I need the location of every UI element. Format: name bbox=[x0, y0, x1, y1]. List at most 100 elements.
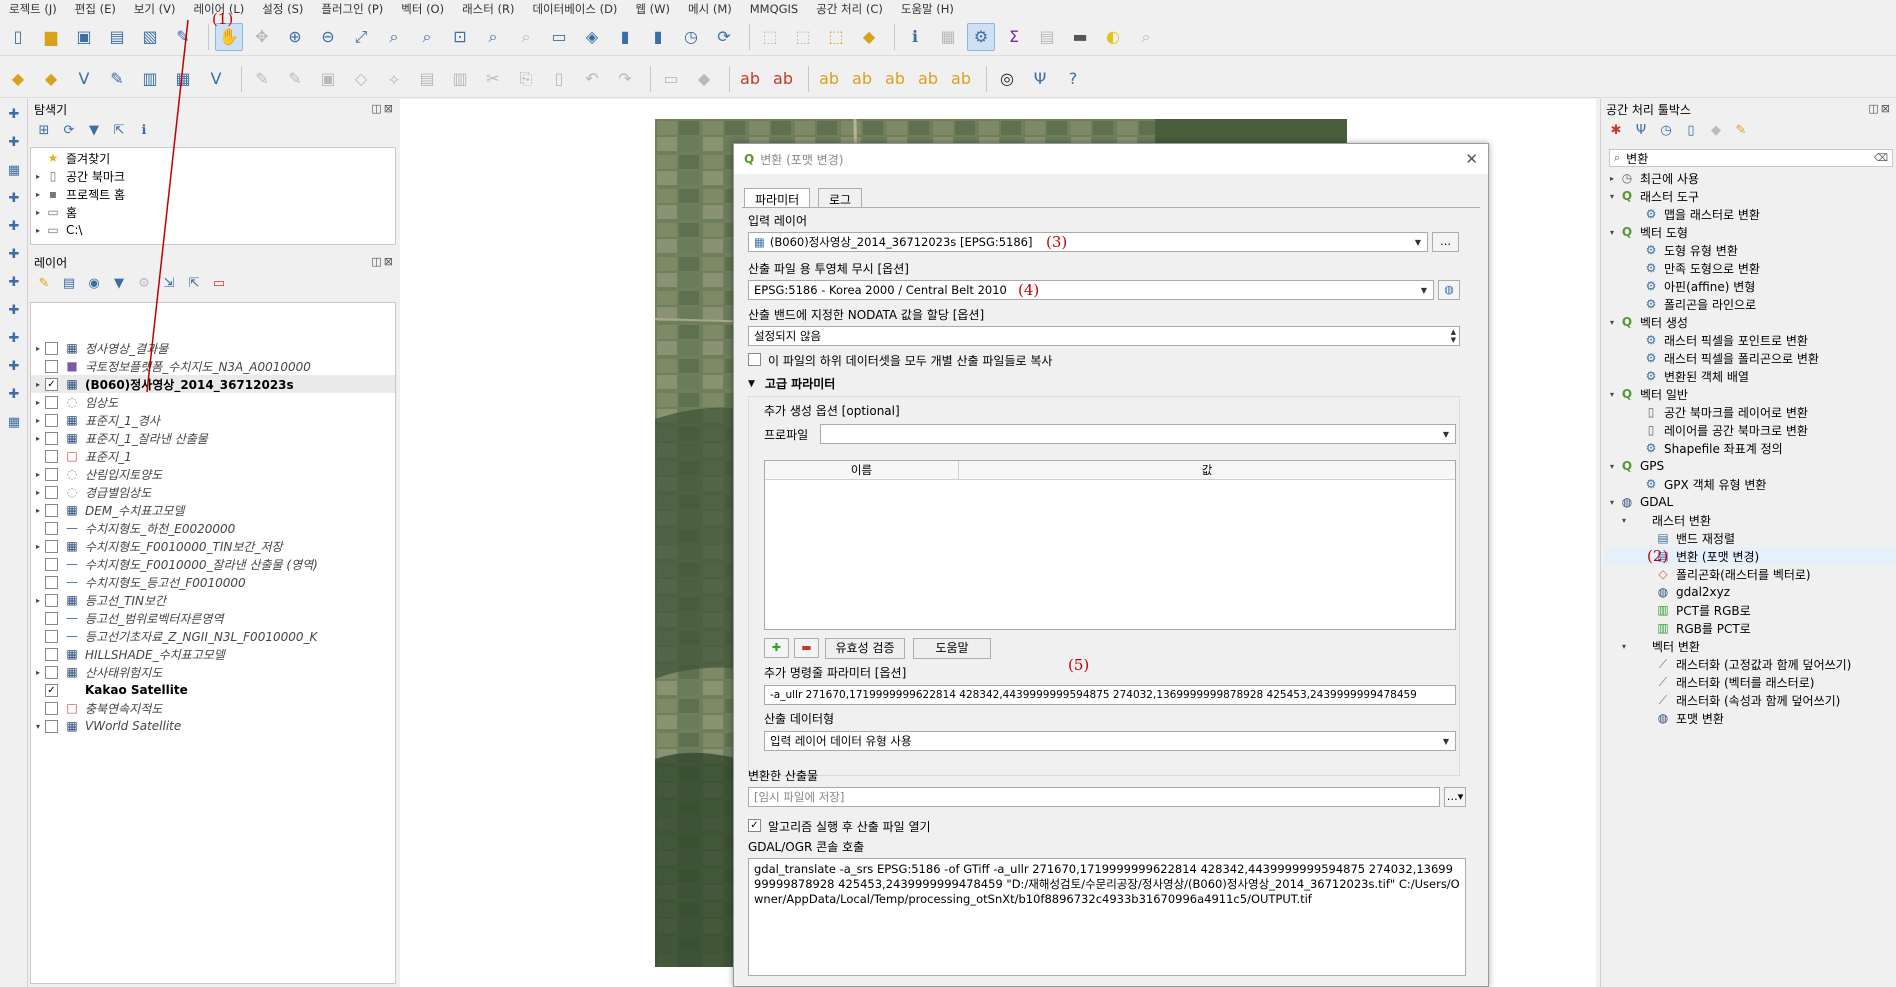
layer-item[interactable]: ▸ ◌ 경급별임상도 bbox=[31, 483, 395, 501]
expand-arrow-icon[interactable]: ▸ bbox=[31, 344, 45, 353]
toolbox-item[interactable]: ▥ RGB를 PCT로 bbox=[1605, 619, 1895, 637]
toggle-edit-icon[interactable]: ✎ bbox=[248, 65, 276, 93]
cut-icon[interactable]: ✂ bbox=[479, 65, 507, 93]
column-header-value[interactable]: 값 bbox=[959, 461, 1455, 479]
toolbox-item[interactable]: ▾ Q 벡터 일반 bbox=[1605, 385, 1895, 403]
print-layout-icon[interactable]: ▧ bbox=[136, 23, 164, 51]
models-icon[interactable]: ✱ bbox=[1607, 122, 1625, 140]
layer-item[interactable]: ✓ Kakao Satellite bbox=[31, 681, 395, 699]
collapse-all-icon[interactable]: ⇱ bbox=[185, 275, 203, 293]
layer-visibility-checkbox[interactable] bbox=[45, 341, 58, 355]
menu-item[interactable]: 데이터베이스 (D) bbox=[523, 1, 626, 17]
processing-toolbox-icon[interactable]: ⚙ bbox=[967, 22, 995, 51]
browser-item[interactable]: ★ 즐겨찾기 bbox=[31, 149, 395, 167]
output-options-button[interactable]: …▾ bbox=[1444, 787, 1466, 807]
add-mssql-icon[interactable]: ✚ bbox=[4, 247, 24, 267]
layer-visibility-checkbox[interactable] bbox=[45, 503, 58, 517]
layer-visibility-checkbox[interactable]: ✓ bbox=[45, 683, 58, 697]
add-csv-icon[interactable]: ✚ bbox=[4, 359, 24, 379]
toolbox-item[interactable]: ▤ 밴드 재정렬 bbox=[1605, 529, 1895, 547]
expand-arrow-icon[interactable]: ▸ bbox=[31, 172, 45, 181]
collapse-all-icon[interactable]: ⇱ bbox=[110, 122, 128, 140]
menu-item[interactable]: 메시 (M) bbox=[679, 1, 741, 17]
toolbox-item[interactable]: ◍ gdal2xyz bbox=[1605, 583, 1895, 601]
dock-controls-icon[interactable]: ◫⊠ bbox=[1868, 102, 1892, 115]
expand-arrow-icon[interactable]: ▸ bbox=[31, 398, 45, 407]
add-wfs-icon[interactable]: ✚ bbox=[4, 303, 24, 323]
filter-icon[interactable]: ▼ bbox=[85, 122, 103, 140]
expand-arrow-icon[interactable]: ▸ bbox=[31, 488, 45, 497]
expand-arrow-icon[interactable]: ▸ bbox=[31, 596, 45, 605]
dock-controls-icon[interactable]: ◫⊠ bbox=[371, 102, 395, 115]
show-label-icon[interactable]: ab bbox=[848, 65, 876, 93]
undo-icon[interactable]: ↶ bbox=[578, 65, 606, 93]
attribute-table-icon[interactable]: ▦ bbox=[934, 23, 962, 51]
options-icon[interactable]: ✎ bbox=[1732, 122, 1750, 140]
layer-visibility-checkbox[interactable]: ✓ bbox=[45, 377, 58, 391]
show-bookmarks-icon[interactable]: ▮ bbox=[644, 23, 672, 51]
toolbox-item[interactable]: ⚙ 만족 도형으로 변환 bbox=[1605, 259, 1895, 277]
toolbox-item[interactable]: ⟋ 래스터화 (고정값과 함께 덮어쓰기) bbox=[1605, 655, 1895, 673]
save-edits-icon[interactable]: ▣ bbox=[314, 65, 342, 93]
style-manager-icon[interactable]: ✎ bbox=[169, 23, 197, 51]
browse-input-button[interactable]: … bbox=[1432, 232, 1459, 252]
add-oracle-icon[interactable]: ✚ bbox=[4, 275, 24, 295]
gdal-console-text[interactable]: gdal_translate -a_srs EPSG:5186 -of GTif… bbox=[748, 858, 1466, 976]
move-label-icon[interactable]: ab bbox=[881, 65, 909, 93]
browser-item[interactable]: ▸ ▯ 공간 북마크 bbox=[31, 167, 395, 185]
toolbox-item[interactable]: ⚙ 래스터 픽셀을 포인트로 변환 bbox=[1605, 331, 1895, 349]
layer-item[interactable]: ▸ ✓ ▦ (B060)정사영상_2014_36712023s bbox=[31, 375, 395, 393]
add-row-button[interactable]: ✚ bbox=[764, 638, 789, 658]
plugin-binoculars-icon[interactable]: ◎ bbox=[993, 65, 1021, 93]
zoom-full-icon[interactable]: ⤢ bbox=[347, 23, 375, 51]
history-icon[interactable]: ◷ bbox=[1657, 122, 1675, 140]
layer-visibility-checkbox[interactable] bbox=[45, 395, 58, 409]
layer-visibility-checkbox[interactable] bbox=[45, 647, 58, 661]
expand-arrow-icon[interactable]: ▸ bbox=[1605, 174, 1619, 183]
menu-item[interactable]: 보기 (V) bbox=[125, 1, 185, 17]
python-console-icon[interactable]: Ψ bbox=[1026, 65, 1054, 93]
layer-item[interactable]: ▸ ▦ 등고선_TIN보간 bbox=[31, 591, 395, 609]
layer-item[interactable]: ▸ ▦ 산사태위험지도 bbox=[31, 663, 395, 681]
remove-row-button[interactable]: ▬ bbox=[794, 638, 819, 658]
paste-icon[interactable]: ▯ bbox=[545, 65, 573, 93]
remove-layer-icon[interactable]: ▭ bbox=[210, 275, 228, 293]
add-wms-icon[interactable]: ▦ bbox=[169, 65, 197, 93]
tab-log[interactable]: 로그 bbox=[818, 188, 863, 208]
add-point-icon[interactable]: ✚ bbox=[4, 107, 24, 127]
results-icon[interactable]: ▯ bbox=[1682, 122, 1700, 140]
toolbox-tree[interactable]: ▸ ◷ 최근에 사용 ▾ Q 래스터 도구 ⚙ 맵을 래스터로 변환 ▾ Q 벡터 도형 ⚙ 도형 유형… bbox=[1605, 169, 1895, 979]
nodata-spinbox[interactable]: 설정되지 않음 ▲ ▼ bbox=[748, 326, 1460, 346]
layer-visibility-checkbox[interactable] bbox=[45, 575, 58, 589]
modify-attributes-icon[interactable]: ▤ bbox=[413, 65, 441, 93]
data-source-manager-icon[interactable]: ◆ bbox=[4, 65, 32, 93]
extra-params-input[interactable]: -a_ullr 271670,1719999999622814 428342,4… bbox=[764, 685, 1456, 705]
advanced-toggle[interactable]: ▼ 고급 파라미터 bbox=[748, 375, 835, 392]
expand-arrow-icon[interactable]: ▸ bbox=[31, 668, 45, 677]
refresh-icon[interactable]: ⟳ bbox=[60, 122, 78, 140]
menu-item[interactable]: 편집 (E) bbox=[66, 1, 125, 17]
add-line-icon[interactable]: ✚ bbox=[4, 135, 24, 155]
new-map-view-icon[interactable]: ▭ bbox=[545, 23, 573, 51]
layer-visibility-checkbox[interactable] bbox=[45, 539, 58, 553]
layer-item[interactable]: ▸ ▦ 표준지_1_잘라낸 산출물 bbox=[31, 429, 395, 447]
expand-arrow-icon[interactable]: ▸ bbox=[31, 542, 45, 551]
add-polygon-icon[interactable]: ▦ bbox=[4, 163, 24, 183]
delete-icon[interactable]: ▥ bbox=[446, 65, 474, 93]
manage-visibility-icon[interactable]: ◉ bbox=[85, 275, 103, 293]
save-project-icon[interactable]: ▣ bbox=[70, 23, 98, 51]
toolbox-item[interactable]: ▯ 공간 북마크를 레이어로 변환 bbox=[1605, 403, 1895, 421]
toolbox-item[interactable]: ▾ Q GPS bbox=[1605, 457, 1895, 475]
browser-tree[interactable]: ★ 즐겨찾기 ▸ ▯ 공간 북마크 ▸ ▪ 프로젝트 홈 ▸ ▭ 홈 ▸ ▭ C:\ bbox=[30, 147, 396, 245]
layer-visibility-checkbox[interactable] bbox=[45, 467, 58, 481]
layer-item[interactable]: ▾ ▦ VWorld Satellite bbox=[31, 717, 395, 735]
locator-icon[interactable]: ⌕ bbox=[1132, 23, 1160, 51]
expand-arrow-icon[interactable]: ▾ bbox=[1605, 228, 1619, 237]
layer-visibility-checkbox[interactable] bbox=[45, 629, 58, 643]
expand-arrow-icon[interactable]: ▸ bbox=[31, 506, 45, 515]
menu-item[interactable]: 벡터 (O) bbox=[392, 1, 453, 17]
copy-icon[interactable]: ⎘ bbox=[512, 65, 540, 93]
tab-parameters[interactable]: 파라미터 bbox=[744, 188, 811, 208]
toolbox-item[interactable]: ⚙ GPX 객체 유형 변환 bbox=[1605, 475, 1895, 493]
layer-item[interactable]: ▸ ▦ DEM_수치표고모델 bbox=[31, 501, 395, 519]
